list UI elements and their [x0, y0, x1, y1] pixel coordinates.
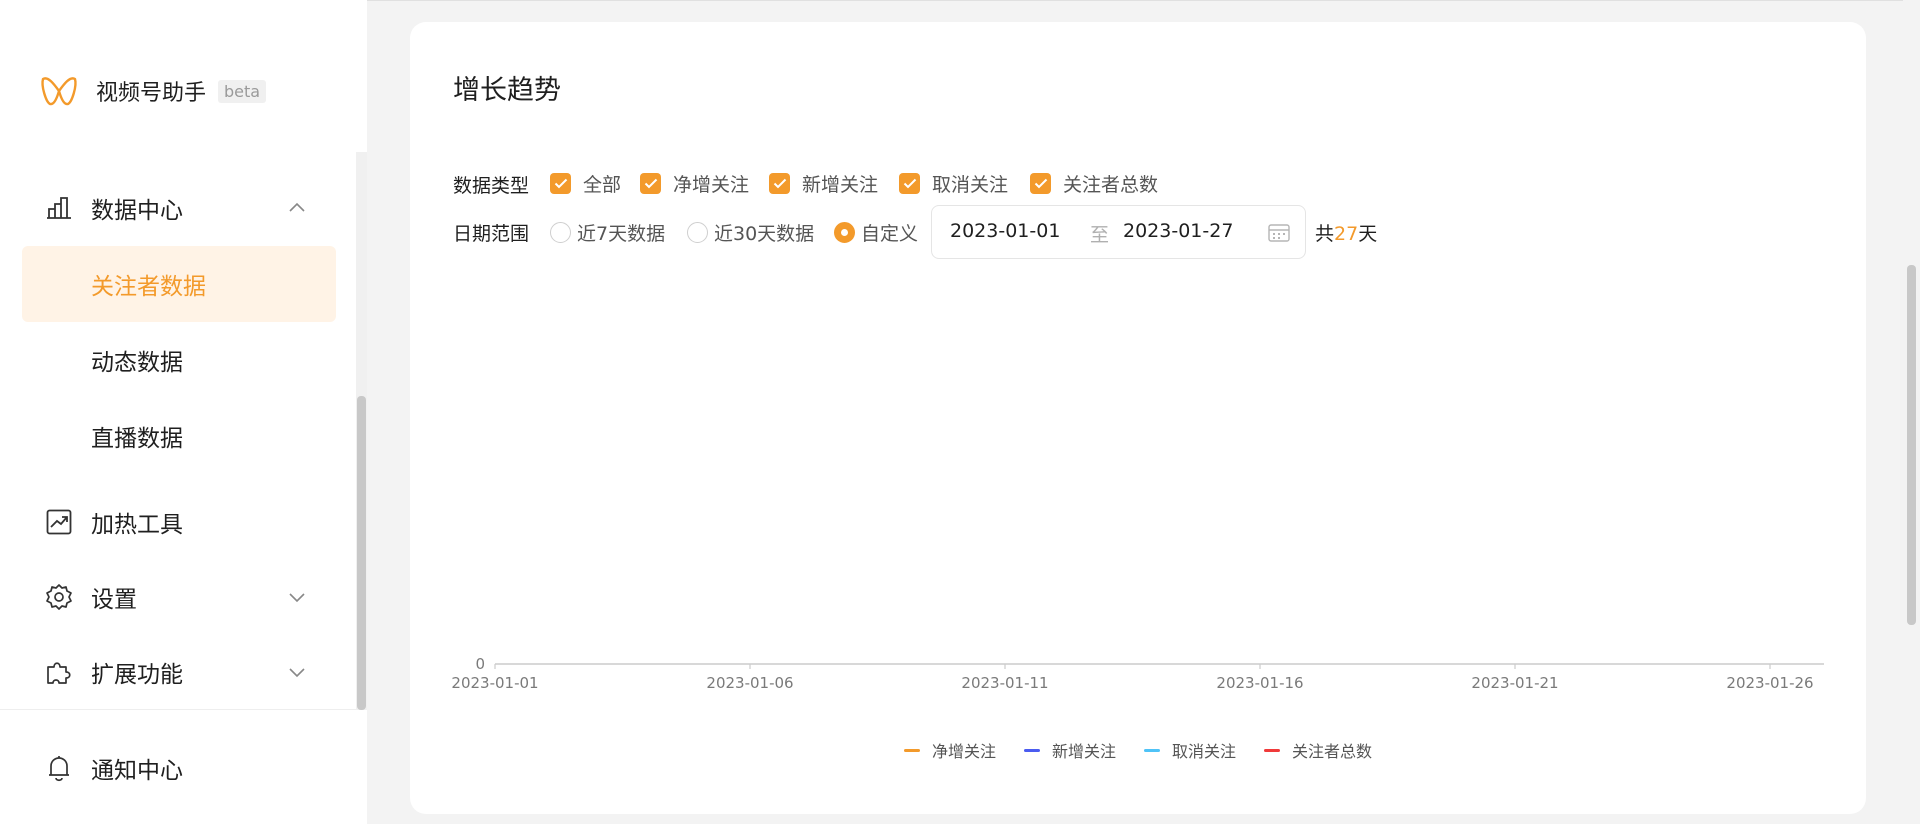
- sidebar-item-post-data[interactable]: 动态数据: [22, 322, 336, 398]
- sidebar-item-label: 直播数据: [91, 426, 183, 452]
- legend-swatch: [1264, 748, 1281, 752]
- gear-icon: [44, 582, 74, 612]
- legend-item[interactable]: 净增关注: [903, 738, 996, 762]
- bell-icon: [44, 753, 74, 783]
- beta-badge: beta: [218, 79, 267, 103]
- legend-label: 取消关注: [1172, 742, 1237, 761]
- y-tick-label: 0: [475, 655, 485, 673]
- bar-chart-icon: [44, 193, 74, 223]
- nav-data-center[interactable]: 数据中心: [0, 178, 356, 238]
- chevron-down-icon: [289, 668, 305, 678]
- chevron-up-icon: [289, 202, 305, 212]
- legend-item[interactable]: 新增关注: [1023, 738, 1116, 762]
- growth-line-chart: 02023-01-01 2023-01-06 2023-01-11 2023-01-1…: [451, 655, 1824, 692]
- top-divider: [367, 0, 1903, 1]
- legend-swatch: [903, 748, 920, 752]
- sidebar-divider: [0, 709, 356, 710]
- brand[interactable]: 视频号助手 beta: [40, 74, 267, 108]
- x-tick-label: 2023-01-26: [1726, 674, 1813, 692]
- page-scrollbar-thumb[interactable]: [1907, 265, 1916, 625]
- nav-promo-tool[interactable]: 加热工具: [0, 492, 356, 552]
- x-tick-label: 2023-01-01: [451, 674, 538, 692]
- legend-item[interactable]: 取消关注: [1144, 738, 1236, 762]
- nav-data-center-label: 数据中心: [91, 198, 183, 224]
- nav-settings-label: 设置: [91, 587, 137, 613]
- x-tick-label: 2023-01-16: [1216, 674, 1303, 692]
- legend-label: 新增关注: [1051, 742, 1116, 761]
- nav-extensions[interactable]: 扩展功能: [0, 642, 356, 702]
- nav-promo-tool-label: 加热工具: [91, 512, 183, 538]
- x-tick-label: 2023-01-06: [706, 674, 793, 692]
- sidebar-item-label: 关注者数据: [91, 274, 206, 300]
- sidebar-item-label: 动态数据: [91, 350, 183, 376]
- sidebar-scrollbar-thumb[interactable]: [357, 396, 366, 710]
- chart-legend: 净增关注 新增关注 取消关注 关注者总数: [410, 738, 1866, 762]
- app-name: 视频号助手: [96, 81, 207, 106]
- sidebar: 视频号助手 beta 数据中心 关注者数据 动态数据 直播数据 加热工具 设置 …: [0, 0, 367, 824]
- legend-swatch: [1023, 748, 1040, 752]
- sidebar-item-live-data[interactable]: 直播数据: [22, 398, 336, 474]
- growth-trend-card: 增长趋势 数据类型 全部 净增关注 新增关注 取消关注 关注者总数 日期范围 近…: [410, 22, 1866, 814]
- sidebar-scrollbar[interactable]: [356, 152, 367, 710]
- legend-item[interactable]: 关注者总数: [1264, 738, 1372, 762]
- nav-notifications[interactable]: 通知中心: [0, 738, 356, 798]
- sidebar-item-follower-data[interactable]: 关注者数据: [22, 246, 336, 322]
- nav-settings[interactable]: 设置: [0, 567, 356, 627]
- logo-icon: [41, 77, 77, 106]
- nav-notifications-label: 通知中心: [91, 758, 183, 784]
- page-scrollbar[interactable]: [1903, 0, 1920, 824]
- puzzle-icon: [44, 657, 74, 687]
- legend-swatch: [1144, 748, 1160, 752]
- x-tick-label: 2023-01-11: [961, 674, 1048, 692]
- nav-extensions-label: 扩展功能: [91, 662, 183, 688]
- x-tick-label: 2023-01-21: [1471, 674, 1558, 692]
- chevron-down-icon: [289, 593, 305, 603]
- legend-label: 关注者总数: [1292, 742, 1373, 761]
- legend-label: 净增关注: [931, 742, 996, 761]
- trend-chart-icon: [44, 507, 74, 537]
